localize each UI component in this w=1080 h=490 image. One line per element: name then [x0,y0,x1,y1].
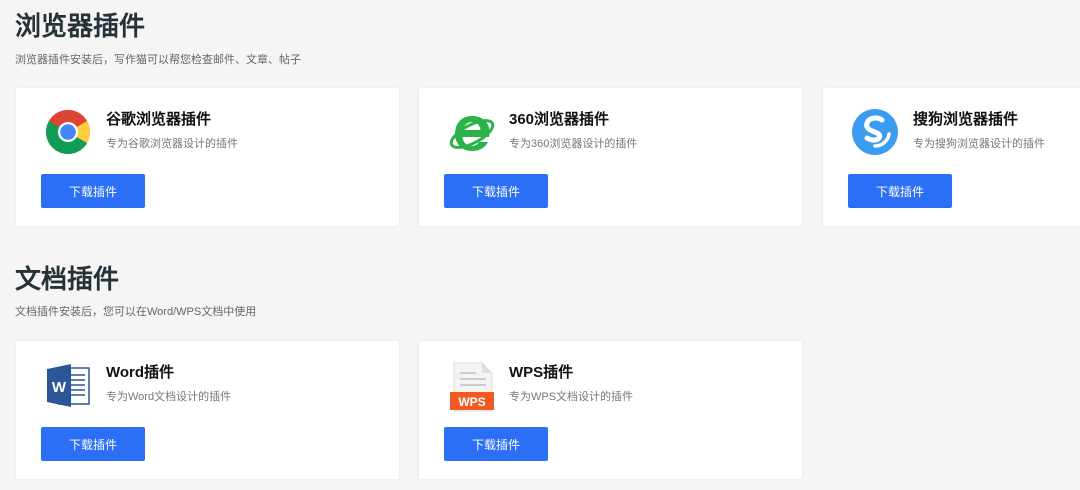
download-360-plugin-button[interactable]: 下载插件 [444,174,548,208]
card-title: 搜狗浏览器插件 [913,111,1019,128]
wps-plugin-card: WPS WPS插件 专为WPS文档设计的插件 下载插件 [419,341,802,479]
download-word-plugin-button[interactable]: 下载插件 [41,427,145,461]
browser-section-desc: 浏览器插件安装后，写作猫可以帮您检查邮件、文章、帖子 [15,54,301,66]
download-sogou-plugin-button[interactable]: 下载插件 [848,174,952,208]
card-desc: 专为Word文档设计的插件 [106,391,232,403]
word-icon: W [44,361,92,409]
chrome-plugin-card: 谷歌浏览器插件 专为谷歌浏览器设计的插件 下载插件 [16,88,399,226]
360-browser-icon [447,108,495,156]
browser-section-title: 浏览器插件 [15,11,146,41]
card-desc: 专为谷歌浏览器设计的插件 [106,138,238,150]
wps-icon: WPS [447,361,495,412]
card-desc: 专为360浏览器设计的插件 [509,138,638,150]
card-title: Word插件 [106,364,175,381]
word-icon-letter: W [52,379,67,396]
doc-section-title: 文档插件 [15,264,120,294]
card-title: 360浏览器插件 [509,111,610,128]
card-title: WPS插件 [509,364,574,381]
wps-icon-label: WPS [458,395,485,409]
download-chrome-plugin-button[interactable]: 下载插件 [41,174,145,208]
card-title: 谷歌浏览器插件 [106,111,212,128]
doc-section-desc: 文档插件安装后，您可以在Word/WPS文档中使用 [15,306,257,318]
download-wps-plugin-button[interactable]: 下载插件 [444,427,548,461]
360-plugin-card: 360浏览器插件 专为360浏览器设计的插件 下载插件 [419,88,802,226]
sogou-browser-icon [851,108,899,156]
card-desc: 专为搜狗浏览器设计的插件 [913,138,1045,150]
word-plugin-card: W Word插件 专为Word文档设计的插件 下载插件 [16,341,399,479]
chrome-icon [44,108,92,156]
card-desc: 专为WPS文档设计的插件 [509,391,634,403]
sogou-plugin-card: 搜狗浏览器插件 专为搜狗浏览器设计的插件 下载插件 [823,88,1080,226]
